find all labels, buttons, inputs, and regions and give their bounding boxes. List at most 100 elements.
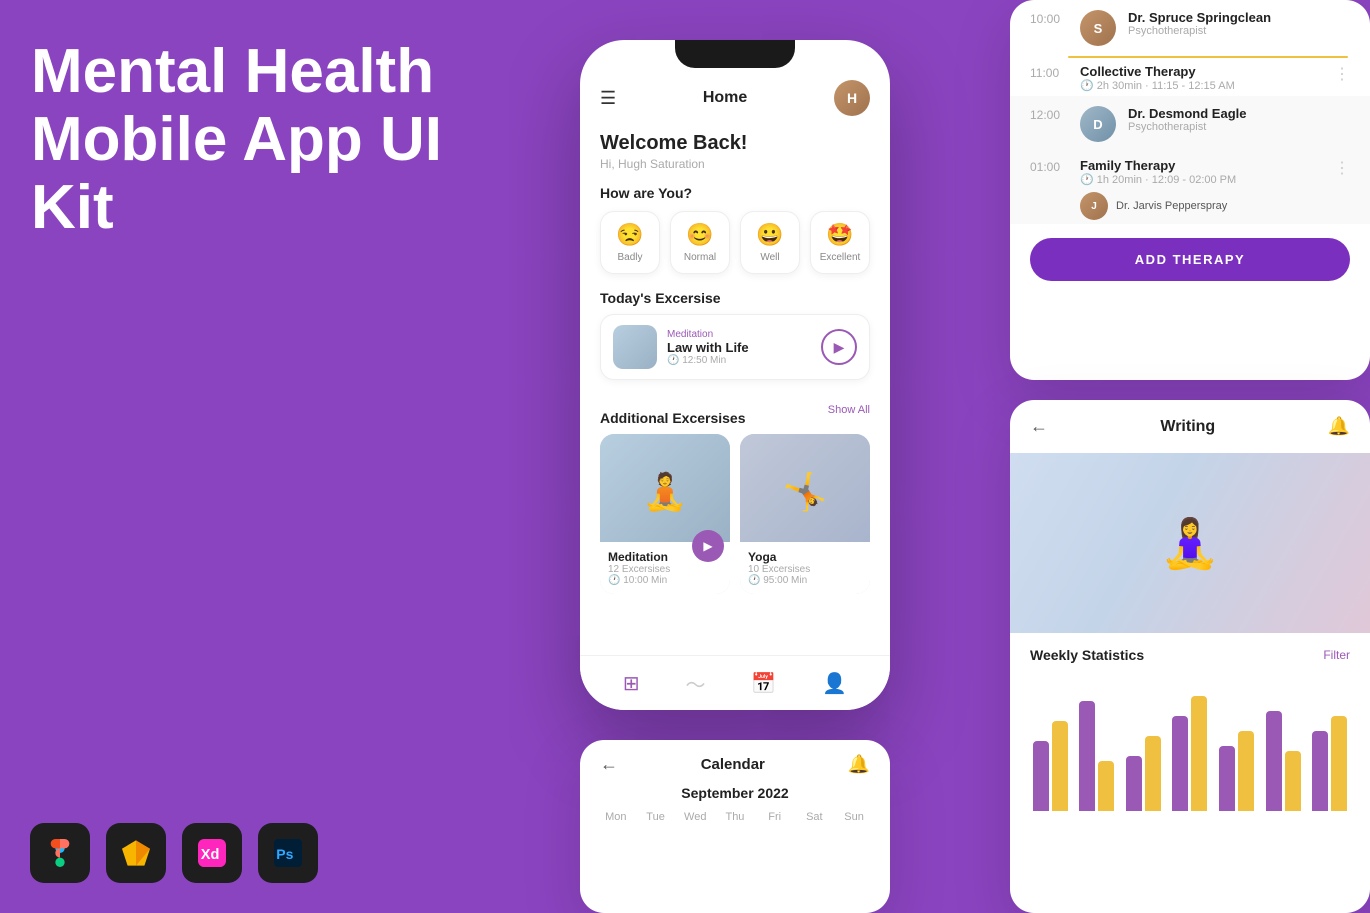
hamburger-icon[interactable]: ☰ [600, 88, 616, 109]
play-button[interactable]: ▶ [821, 329, 857, 365]
bar-purple-2 [1079, 701, 1095, 811]
additional-header: Additional Excersises Show All [600, 394, 870, 426]
family-therapy-doctor: J Dr. Jarvis Pepperspray [1080, 192, 1322, 220]
nav-profile-icon[interactable]: 👤 [822, 671, 847, 696]
phone-frame: ☰ Home H Welcome Back! Hi, Hugh Saturati… [580, 40, 890, 710]
doc-name-jarvis: Dr. Jarvis Pepperspray [1116, 200, 1227, 212]
sub-text: Hi, Hugh Saturation [600, 157, 870, 171]
today-exercise-card[interactable]: Meditation Law with Life 🕐 12:50 Min ▶ [600, 314, 870, 380]
time-1100: 11:00 [1030, 66, 1068, 80]
writing-title: Writing [1160, 418, 1215, 436]
cal-day-fri: Fri [760, 811, 790, 823]
time-1200: 12:00 [1030, 108, 1068, 122]
bar-purple-5 [1219, 746, 1235, 811]
nav-activity-icon[interactable]: 〜 [686, 669, 706, 698]
ps-icon: Ps [258, 823, 318, 883]
schedule-item-2: 11:00 Collective Therapy 🕐 2h 30min · 11… [1010, 58, 1370, 96]
bar-purple-7 [1312, 731, 1328, 811]
doc-avatar-desmond: D [1080, 106, 1116, 142]
bar-yellow-7 [1331, 716, 1347, 811]
doc-avatar-jarvis: J [1080, 192, 1108, 220]
cal-day-mon: Mon [601, 811, 631, 823]
sketch-icon [106, 823, 166, 883]
phone-mockup: ☰ Home H Welcome Back! Hi, Hugh Saturati… [580, 40, 890, 710]
exercise-thumb [613, 325, 657, 369]
bar-yellow-2 [1098, 761, 1114, 811]
mood-well-emoji: 😀 [745, 222, 795, 248]
exercise-grid: 🧘 Meditation 12 Excersises 🕐 10:00 Min ▶… [600, 434, 870, 594]
nav-home-icon[interactable]: ⊞ [623, 671, 640, 696]
mood-badly[interactable]: 😒 Badly [600, 211, 660, 274]
cal-day-tue: Tue [641, 811, 671, 823]
meditation-sub: 12 Excersises [608, 564, 722, 575]
mood-excellent[interactable]: 🤩 Excellent [810, 211, 870, 274]
yoga-label: Yoga 10 Excersises 🕐 95:00 Min [740, 542, 870, 594]
hero-title-line2: Mobile App UI Kit [31, 105, 442, 242]
avatar: H [834, 80, 870, 116]
hero-title: Mental Health Mobile App UI Kit [31, 38, 451, 243]
calendar-header: ← Calendar 🔔 [580, 740, 890, 781]
show-all-link[interactable]: Show All [828, 404, 870, 416]
schedule-panel: 10:00 S Dr. Spruce Springclean Psychothe… [1010, 0, 1370, 380]
phone-notch [675, 40, 795, 68]
schedule-content-1: Dr. Spruce Springclean Psychotherapist [1128, 10, 1350, 37]
writing-bell-icon[interactable]: 🔔 [1328, 416, 1350, 437]
bar-chart [1010, 671, 1370, 831]
calendar-bell-icon[interactable]: 🔔 [848, 754, 870, 775]
writing-image: 🧘‍♀️ [1010, 453, 1370, 633]
exercise-time: 🕐 12:50 Min [667, 355, 821, 366]
calendar-title: Calendar [701, 756, 765, 773]
yoga-time: 🕐 95:00 Min [748, 575, 862, 586]
calendar-panel: ← Calendar 🔔 September 2022 Mon Tue Wed … [580, 740, 890, 913]
more-options-icon-1[interactable]: ⋮ [1334, 64, 1350, 84]
yoga-card[interactable]: 🤸 Yoga 10 Excersises 🕐 95:00 Min [740, 434, 870, 594]
mood-well[interactable]: 😀 Well [740, 211, 800, 274]
meditation-card[interactable]: 🧘 Meditation 12 Excersises 🕐 10:00 Min ▶ [600, 434, 730, 594]
additional-title: Additional Excersises [600, 410, 746, 426]
bar-group-5 [1219, 731, 1254, 811]
bar-purple-1 [1033, 741, 1049, 811]
mood-badly-emoji: 😒 [605, 222, 655, 248]
nav-calendar-icon[interactable]: 📅 [751, 671, 776, 696]
doc-avatar-spruce: S [1080, 10, 1116, 46]
mood-excellent-emoji: 🤩 [815, 222, 865, 248]
bottom-nav: ⊞ 〜 📅 👤 [580, 655, 890, 710]
add-therapy-button[interactable]: ADD THERAPY [1030, 238, 1350, 281]
cal-day-wed: Wed [680, 811, 710, 823]
phone-screen: ☰ Home H Welcome Back! Hi, Hugh Saturati… [580, 68, 890, 594]
calendar-month: September 2022 [580, 781, 890, 805]
writing-image-placeholder: 🧘‍♀️ [1010, 453, 1370, 633]
bar-yellow-3 [1145, 736, 1161, 811]
calendar-days: Mon Tue Wed Thu Fri Sat Sun [580, 805, 890, 823]
bar-group-1 [1033, 721, 1068, 811]
doc-role-desmond: Psychotherapist [1128, 121, 1350, 133]
time-1000: 10:00 [1030, 12, 1068, 26]
bar-yellow-5 [1238, 731, 1254, 811]
time-0100: 01:00 [1030, 160, 1068, 174]
schedule-item-4: 01:00 Family Therapy 🕐 1h 20min · 12:09 … [1010, 152, 1370, 224]
schedule-content-2: Collective Therapy 🕐 2h 30min · 11:15 - … [1080, 64, 1322, 92]
family-therapy-name: Family Therapy [1080, 158, 1322, 173]
how-are-you: How are You? [600, 185, 870, 201]
welcome-text: Welcome Back! [600, 132, 870, 155]
stats-header: Weekly Statistics Filter [1010, 633, 1370, 671]
mood-normal[interactable]: 😊 Normal [670, 211, 730, 274]
phone-header: ☰ Home H [600, 68, 870, 124]
bar-yellow-4 [1191, 696, 1207, 811]
bar-purple-4 [1172, 716, 1188, 811]
bar-group-7 [1312, 716, 1347, 811]
figma-icon [30, 823, 90, 883]
more-options-icon-2[interactable]: ⋮ [1334, 158, 1350, 178]
cal-day-sat: Sat [799, 811, 829, 823]
writing-back-icon[interactable]: ← [1030, 416, 1048, 437]
doc-name-spruce: Dr. Spruce Springclean [1128, 10, 1350, 25]
calendar-back-icon[interactable]: ← [600, 754, 618, 775]
exercise-tag: Meditation [667, 329, 821, 340]
svg-text:Xd: Xd [201, 847, 220, 863]
yoga-image: 🤸 [740, 434, 870, 549]
schedule-content-4: Family Therapy 🕐 1h 20min · 12:09 - 02:0… [1080, 158, 1322, 220]
tool-icons-row: Xd Ps [30, 823, 318, 883]
family-therapy-detail: 🕐 1h 20min · 12:09 - 02:00 PM [1080, 173, 1322, 186]
filter-button[interactable]: Filter [1323, 648, 1350, 662]
meditation-play[interactable]: ▶ [692, 530, 724, 562]
